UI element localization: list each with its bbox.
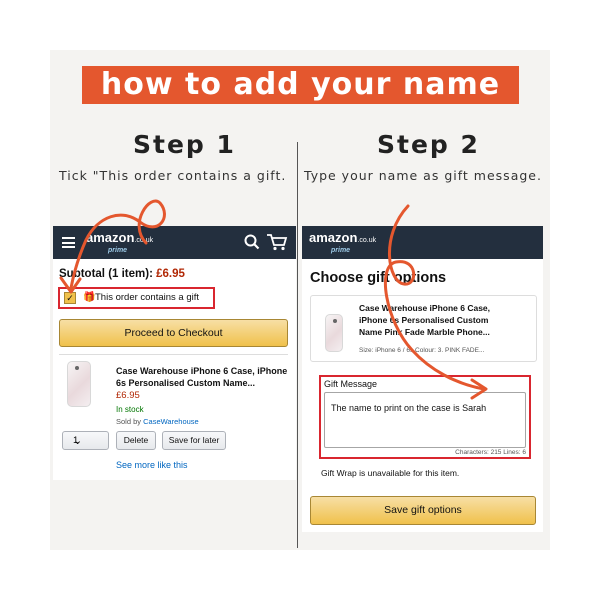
save-for-later-button[interactable]: Save for later — [162, 431, 226, 450]
search-icon[interactable] — [244, 234, 260, 250]
gift-option-highlight: ✓ 🎁 This order contains a gift — [58, 287, 215, 309]
logo-tld: .co.uk — [134, 237, 154, 244]
product-price: £6.95 — [116, 390, 140, 401]
chevron-down-icon: ⌄ — [73, 435, 83, 447]
delete-button[interactable]: Delete — [116, 431, 156, 450]
product-thumbnail — [325, 314, 343, 352]
basket-screen: amazon.co.uk prime Subtotal (1 item): £6… — [53, 226, 296, 480]
logo-tld: .co.uk — [357, 237, 377, 244]
seller-link[interactable]: CaseWarehouse — [143, 417, 199, 426]
column-divider — [297, 142, 298, 548]
amazon-header: amazon.co.uk prime — [53, 226, 296, 259]
divider — [59, 354, 288, 355]
amazon-logo[interactable]: amazon.co.uk prime — [86, 231, 153, 255]
proceed-to-checkout-button[interactable]: Proceed to Checkout — [59, 319, 288, 347]
quantity-dropdown[interactable]: 1 ⌄ — [62, 431, 109, 450]
logo-text: amazon — [86, 230, 135, 245]
save-gift-options-button[interactable]: Save gift options — [310, 496, 536, 525]
subtotal-price: £6.95 — [156, 268, 185, 280]
step-2-instruction: Type your name as gift message. — [304, 168, 542, 183]
logo-text: amazon — [309, 230, 358, 245]
logo-prime: prime — [108, 247, 128, 254]
gift-message-label: Gift Message — [324, 379, 378, 389]
gift-message-textarea[interactable]: The name to print on the case is Sarah — [324, 392, 526, 448]
gift-checkbox-label[interactable]: This order contains a gift — [95, 292, 199, 304]
page-title: Choose gift options — [310, 270, 447, 286]
step-1-title: Step 1 — [133, 130, 236, 159]
character-counter: Characters: 215 Lines: 6 — [455, 449, 526, 456]
gift-options-screen: amazon.co.uk prime Choose gift options C… — [302, 226, 543, 532]
product-title-line: Case Warehouse iPhone 6 Case, — [359, 303, 491, 313]
gift-wrap-note: Gift Wrap is unavailable for this item. — [321, 468, 460, 478]
banner-title: how to add your name — [82, 66, 519, 104]
stock-status: In stock — [116, 405, 144, 414]
instruction-graphic: how to add your name Step 1 Tick "This o… — [0, 0, 600, 600]
menu-icon[interactable] — [62, 237, 75, 248]
product-title-line: Name Pink Fade Marble Phone... — [359, 327, 490, 337]
see-more-link[interactable]: See more like this — [116, 460, 188, 470]
sold-by-label: Sold by — [116, 417, 142, 426]
gift-checkbox[interactable]: ✓ — [64, 292, 76, 304]
product-title-line: 6s Personalised Custom Name... — [116, 378, 256, 388]
step-1-instruction: Tick "This order contains a gift. — [59, 168, 287, 183]
product-title-line: iPhone 6s Personalised Custom — [359, 315, 489, 325]
product-thumbnail[interactable] — [67, 361, 91, 407]
step-2-title: Step 2 — [377, 130, 480, 159]
gift-icon: 🎁 — [83, 292, 96, 303]
cart-icon[interactable] — [266, 233, 288, 251]
product-title: Case Warehouse iPhone 6 Case, iPhone 6s … — [359, 302, 490, 338]
subtotal-label: Subtotal (1 item): — [59, 268, 153, 280]
amazon-logo[interactable]: amazon.co.uk prime — [309, 231, 376, 255]
amazon-header: amazon.co.uk prime — [302, 226, 543, 259]
product-title[interactable]: Case Warehouse iPhone 6 Case, iPhone 6s … — [116, 365, 287, 389]
product-title-line: Case Warehouse iPhone 6 Case, iPhone — [116, 366, 288, 376]
logo-prime: prime — [331, 247, 351, 254]
gift-message-highlight: Gift Message The name to print on the ca… — [319, 375, 531, 459]
product-details: Size: iPhone 6 / 6s,Colour: 3. PINK FADE… — [359, 347, 485, 354]
sold-by: Sold by CaseWarehouse — [116, 417, 199, 426]
gift-message-text: The name to print on the case is Sarah — [331, 403, 487, 413]
subtotal: Subtotal (1 item): £6.95 — [59, 268, 185, 280]
